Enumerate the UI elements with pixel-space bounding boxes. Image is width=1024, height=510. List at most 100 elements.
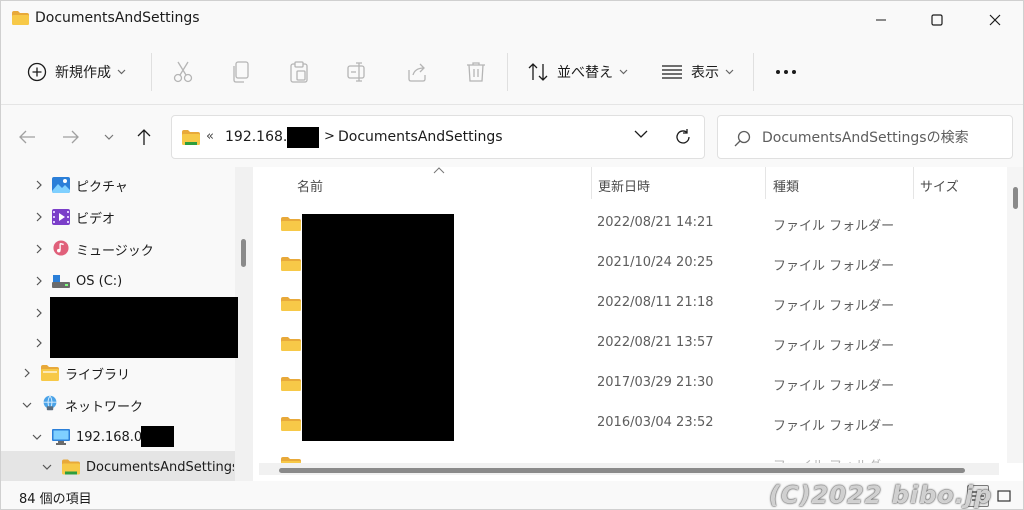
music-icon xyxy=(53,240,69,256)
column-header-type[interactable]: 種類 xyxy=(773,176,799,195)
row-type: ファイル フォルダー xyxy=(773,419,895,434)
row-date: 2021/10/24 20:25 xyxy=(597,255,714,270)
nav-item-label: ビデオ xyxy=(76,211,116,227)
nav-scrollbar-thumb[interactable] xyxy=(241,239,246,267)
tiles-view-button[interactable] xyxy=(993,485,1015,507)
command-bar: 新規作成 並べ替え 表示 xyxy=(1,39,1023,105)
copy-button[interactable] xyxy=(231,55,251,89)
breadcrumb-current-folder[interactable]: DocumentsAndSettings xyxy=(338,129,503,145)
more-options-button[interactable] xyxy=(775,55,797,89)
search-box[interactable] xyxy=(717,115,1013,159)
nav-item-host[interactable]: 192.168.0. xyxy=(1,421,237,453)
chevron-right-icon[interactable] xyxy=(33,243,45,255)
nav-item-label: ミュージック xyxy=(76,243,154,259)
command-separator xyxy=(507,53,508,91)
chevron-down-icon[interactable] xyxy=(41,461,53,473)
plus-circle-icon xyxy=(27,62,47,82)
back-button[interactable] xyxy=(15,125,39,149)
nav-item-current-folder[interactable]: DocumentsAndSettings xyxy=(1,451,235,483)
nav-item-os-drive[interactable]: OS (C:) xyxy=(1,265,237,297)
column-header-size[interactable]: サイズ xyxy=(920,176,959,195)
nav-item-libraries[interactable]: ライブラリ xyxy=(1,357,237,389)
sort-icon xyxy=(528,63,548,81)
chevron-down-icon[interactable] xyxy=(31,431,43,443)
address-row: « 192.168.0 > DocumentsAndSettings xyxy=(1,105,1023,167)
chevron-down-icon[interactable] xyxy=(21,399,33,411)
chevron-right-icon[interactable] xyxy=(33,307,45,319)
recent-locations-button[interactable] xyxy=(97,125,121,149)
chevron-right-icon[interactable] xyxy=(33,179,45,191)
nav-item-label: ライブラリ xyxy=(65,367,131,383)
chevron-down-icon xyxy=(117,69,126,75)
close-button[interactable] xyxy=(967,1,1023,39)
table-row[interactable]: ファイル フォルダー xyxy=(253,444,1013,463)
nav-item-pictures[interactable]: ピクチャ xyxy=(1,169,237,201)
chevron-right-icon[interactable] xyxy=(33,337,45,349)
watermark-text: (C)2022 bibo.jp xyxy=(769,481,993,509)
folder-icon xyxy=(281,337,301,351)
nav-item-label: ネットワーク xyxy=(65,399,144,415)
redaction-box xyxy=(287,127,319,148)
column-header-date[interactable]: 更新日時 xyxy=(598,176,650,195)
delete-button[interactable] xyxy=(466,55,486,89)
row-type: ファイル フォルダー xyxy=(773,455,894,463)
cut-button[interactable] xyxy=(173,55,193,89)
folder-icon xyxy=(281,377,301,391)
chevron-down-icon xyxy=(725,69,734,75)
chevron-down-icon[interactable] xyxy=(634,130,648,139)
network-icon xyxy=(43,395,57,411)
folder-icon xyxy=(12,11,29,25)
paste-button[interactable] xyxy=(289,55,309,89)
up-button[interactable] xyxy=(132,125,156,149)
arrow-up-icon xyxy=(137,129,151,145)
address-bar[interactable]: « 192.168.0 > DocumentsAndSettings xyxy=(171,115,705,159)
vertical-scrollbar-thumb[interactable] xyxy=(1013,187,1018,209)
command-separator xyxy=(753,53,754,91)
sort-button-label: 並べ替え xyxy=(557,65,613,81)
scissors-icon xyxy=(173,61,193,83)
new-button[interactable]: 新規作成 xyxy=(27,55,126,89)
row-type: ファイル フォルダー xyxy=(773,259,895,274)
breadcrumb-separator[interactable]: > xyxy=(324,129,335,144)
column-divider[interactable] xyxy=(591,167,592,199)
chevron-right-icon[interactable] xyxy=(21,367,33,379)
arrow-right-icon xyxy=(63,130,79,144)
nav-item-network[interactable]: ネットワーク xyxy=(1,389,237,421)
tiles-view-icon xyxy=(997,490,1011,502)
pictures-icon xyxy=(52,177,70,193)
sort-button[interactable]: 並べ替え xyxy=(527,55,628,89)
column-divider[interactable] xyxy=(765,167,766,199)
rename-button[interactable] xyxy=(347,55,369,89)
minimize-button[interactable] xyxy=(853,1,909,39)
search-icon xyxy=(734,130,751,147)
chevron-right-icon[interactable] xyxy=(33,211,45,223)
row-type: ファイル フォルダー xyxy=(773,379,895,394)
breadcrumb-host[interactable]: 192.168.0 xyxy=(225,129,296,145)
column-header-name[interactable]: 名前 xyxy=(297,176,323,195)
folder-icon xyxy=(62,459,80,475)
rename-icon xyxy=(347,62,365,82)
vertical-scrollbar-track[interactable] xyxy=(1007,167,1023,463)
redaction-box xyxy=(141,426,174,447)
nav-item-music[interactable]: ミュージック xyxy=(1,233,237,265)
breadcrumb-overflow[interactable]: « xyxy=(206,129,214,144)
view-button[interactable]: 表示 xyxy=(661,55,734,89)
row-date: 2022/08/21 14:21 xyxy=(597,215,714,230)
library-icon xyxy=(41,365,59,381)
search-input[interactable] xyxy=(762,127,1002,149)
file-list: 名前 更新日時 種類 サイズ 2022/08/21 14:21 ファイル フォル… xyxy=(253,167,1023,481)
chevron-down-icon xyxy=(619,69,628,75)
command-separator xyxy=(151,53,152,91)
maximize-button[interactable] xyxy=(909,1,965,39)
column-divider[interactable] xyxy=(913,167,914,199)
chevron-right-icon[interactable] xyxy=(33,275,45,287)
row-type: ファイル フォルダー xyxy=(773,299,895,314)
forward-button[interactable] xyxy=(59,125,83,149)
view-button-label: 表示 xyxy=(691,65,719,81)
refresh-icon[interactable] xyxy=(674,128,692,146)
share-button[interactable] xyxy=(407,55,429,89)
title-bar: DocumentsAndSettings xyxy=(1,1,1023,39)
horizontal-scrollbar-thumb[interactable] xyxy=(279,468,965,473)
nav-item-videos[interactable]: ビデオ xyxy=(1,201,237,233)
folder-icon xyxy=(281,217,301,231)
